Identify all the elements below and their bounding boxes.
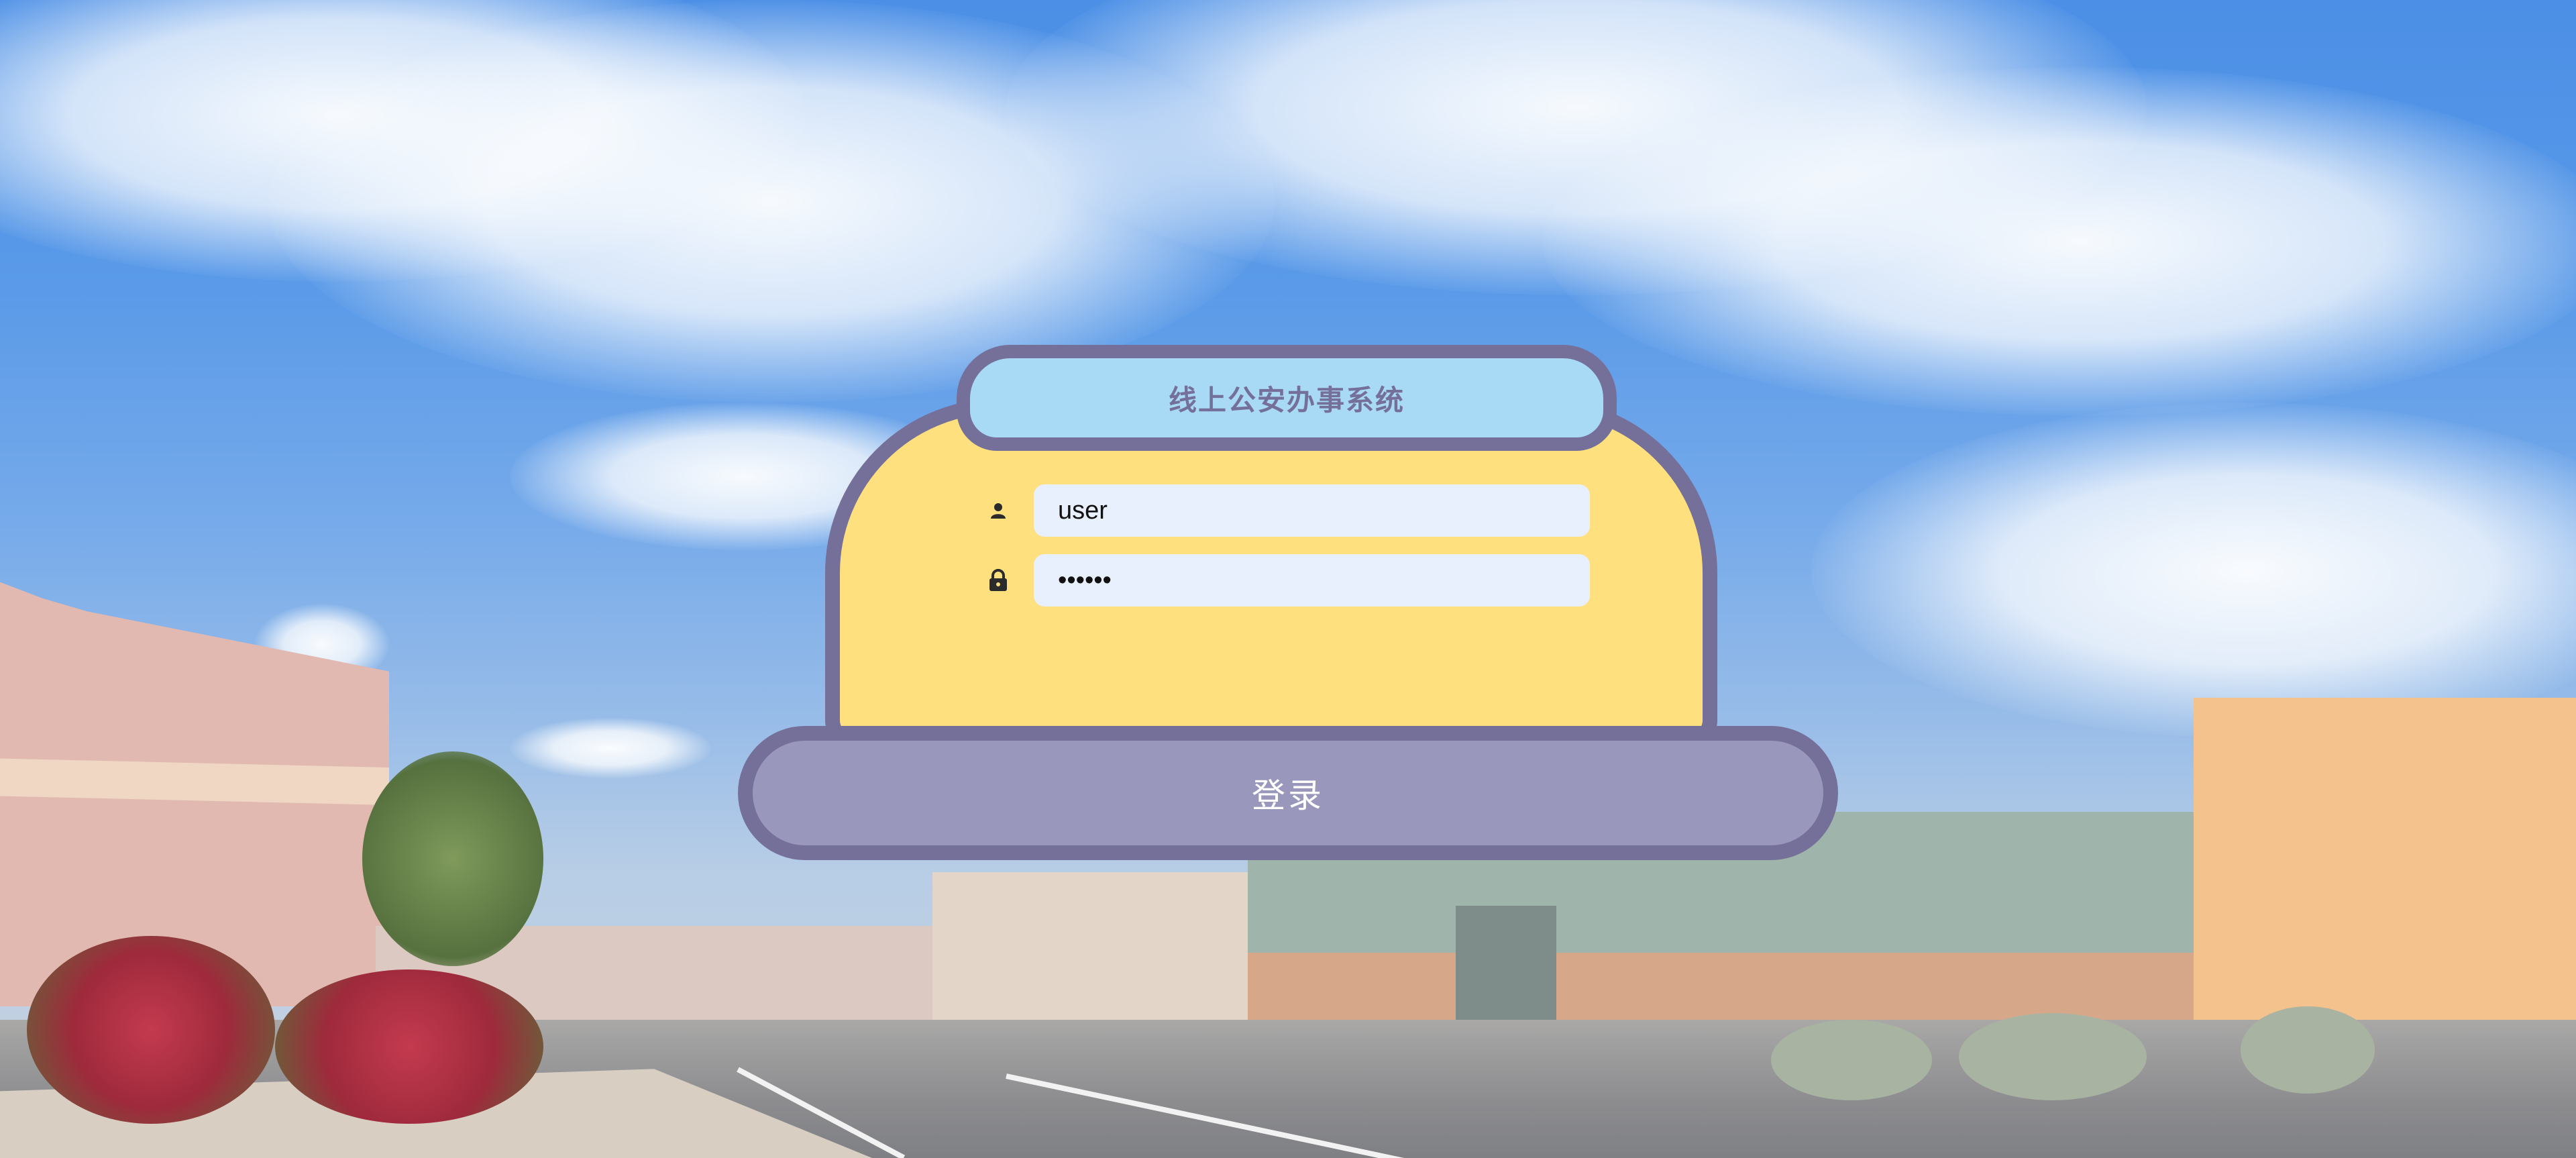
username-row (986, 484, 1590, 537)
shrub (275, 969, 543, 1124)
app-title: 线上公安办事系统 (1168, 383, 1405, 417)
login-button[interactable]: 登录 (738, 726, 1838, 860)
user-icon (986, 498, 1010, 523)
title-banner: 线上公安办事系统 (957, 345, 1617, 451)
username-input[interactable] (1034, 484, 1590, 537)
login-button-label: 登录 (1252, 776, 1324, 815)
shrub (27, 936, 275, 1124)
login-card: 线上公安办事系统 登录 (738, 345, 1838, 861)
password-input[interactable] (1034, 554, 1590, 607)
tree (362, 751, 543, 966)
shrub (1771, 1020, 1932, 1100)
lock-icon (986, 568, 1010, 592)
password-row (986, 554, 1590, 607)
cloud (510, 718, 711, 778)
shrub (1959, 1013, 2147, 1100)
cloud (1811, 403, 2576, 738)
shrub (2241, 1006, 2375, 1094)
building-mid (932, 872, 1254, 1033)
building-right (2194, 698, 2576, 1073)
